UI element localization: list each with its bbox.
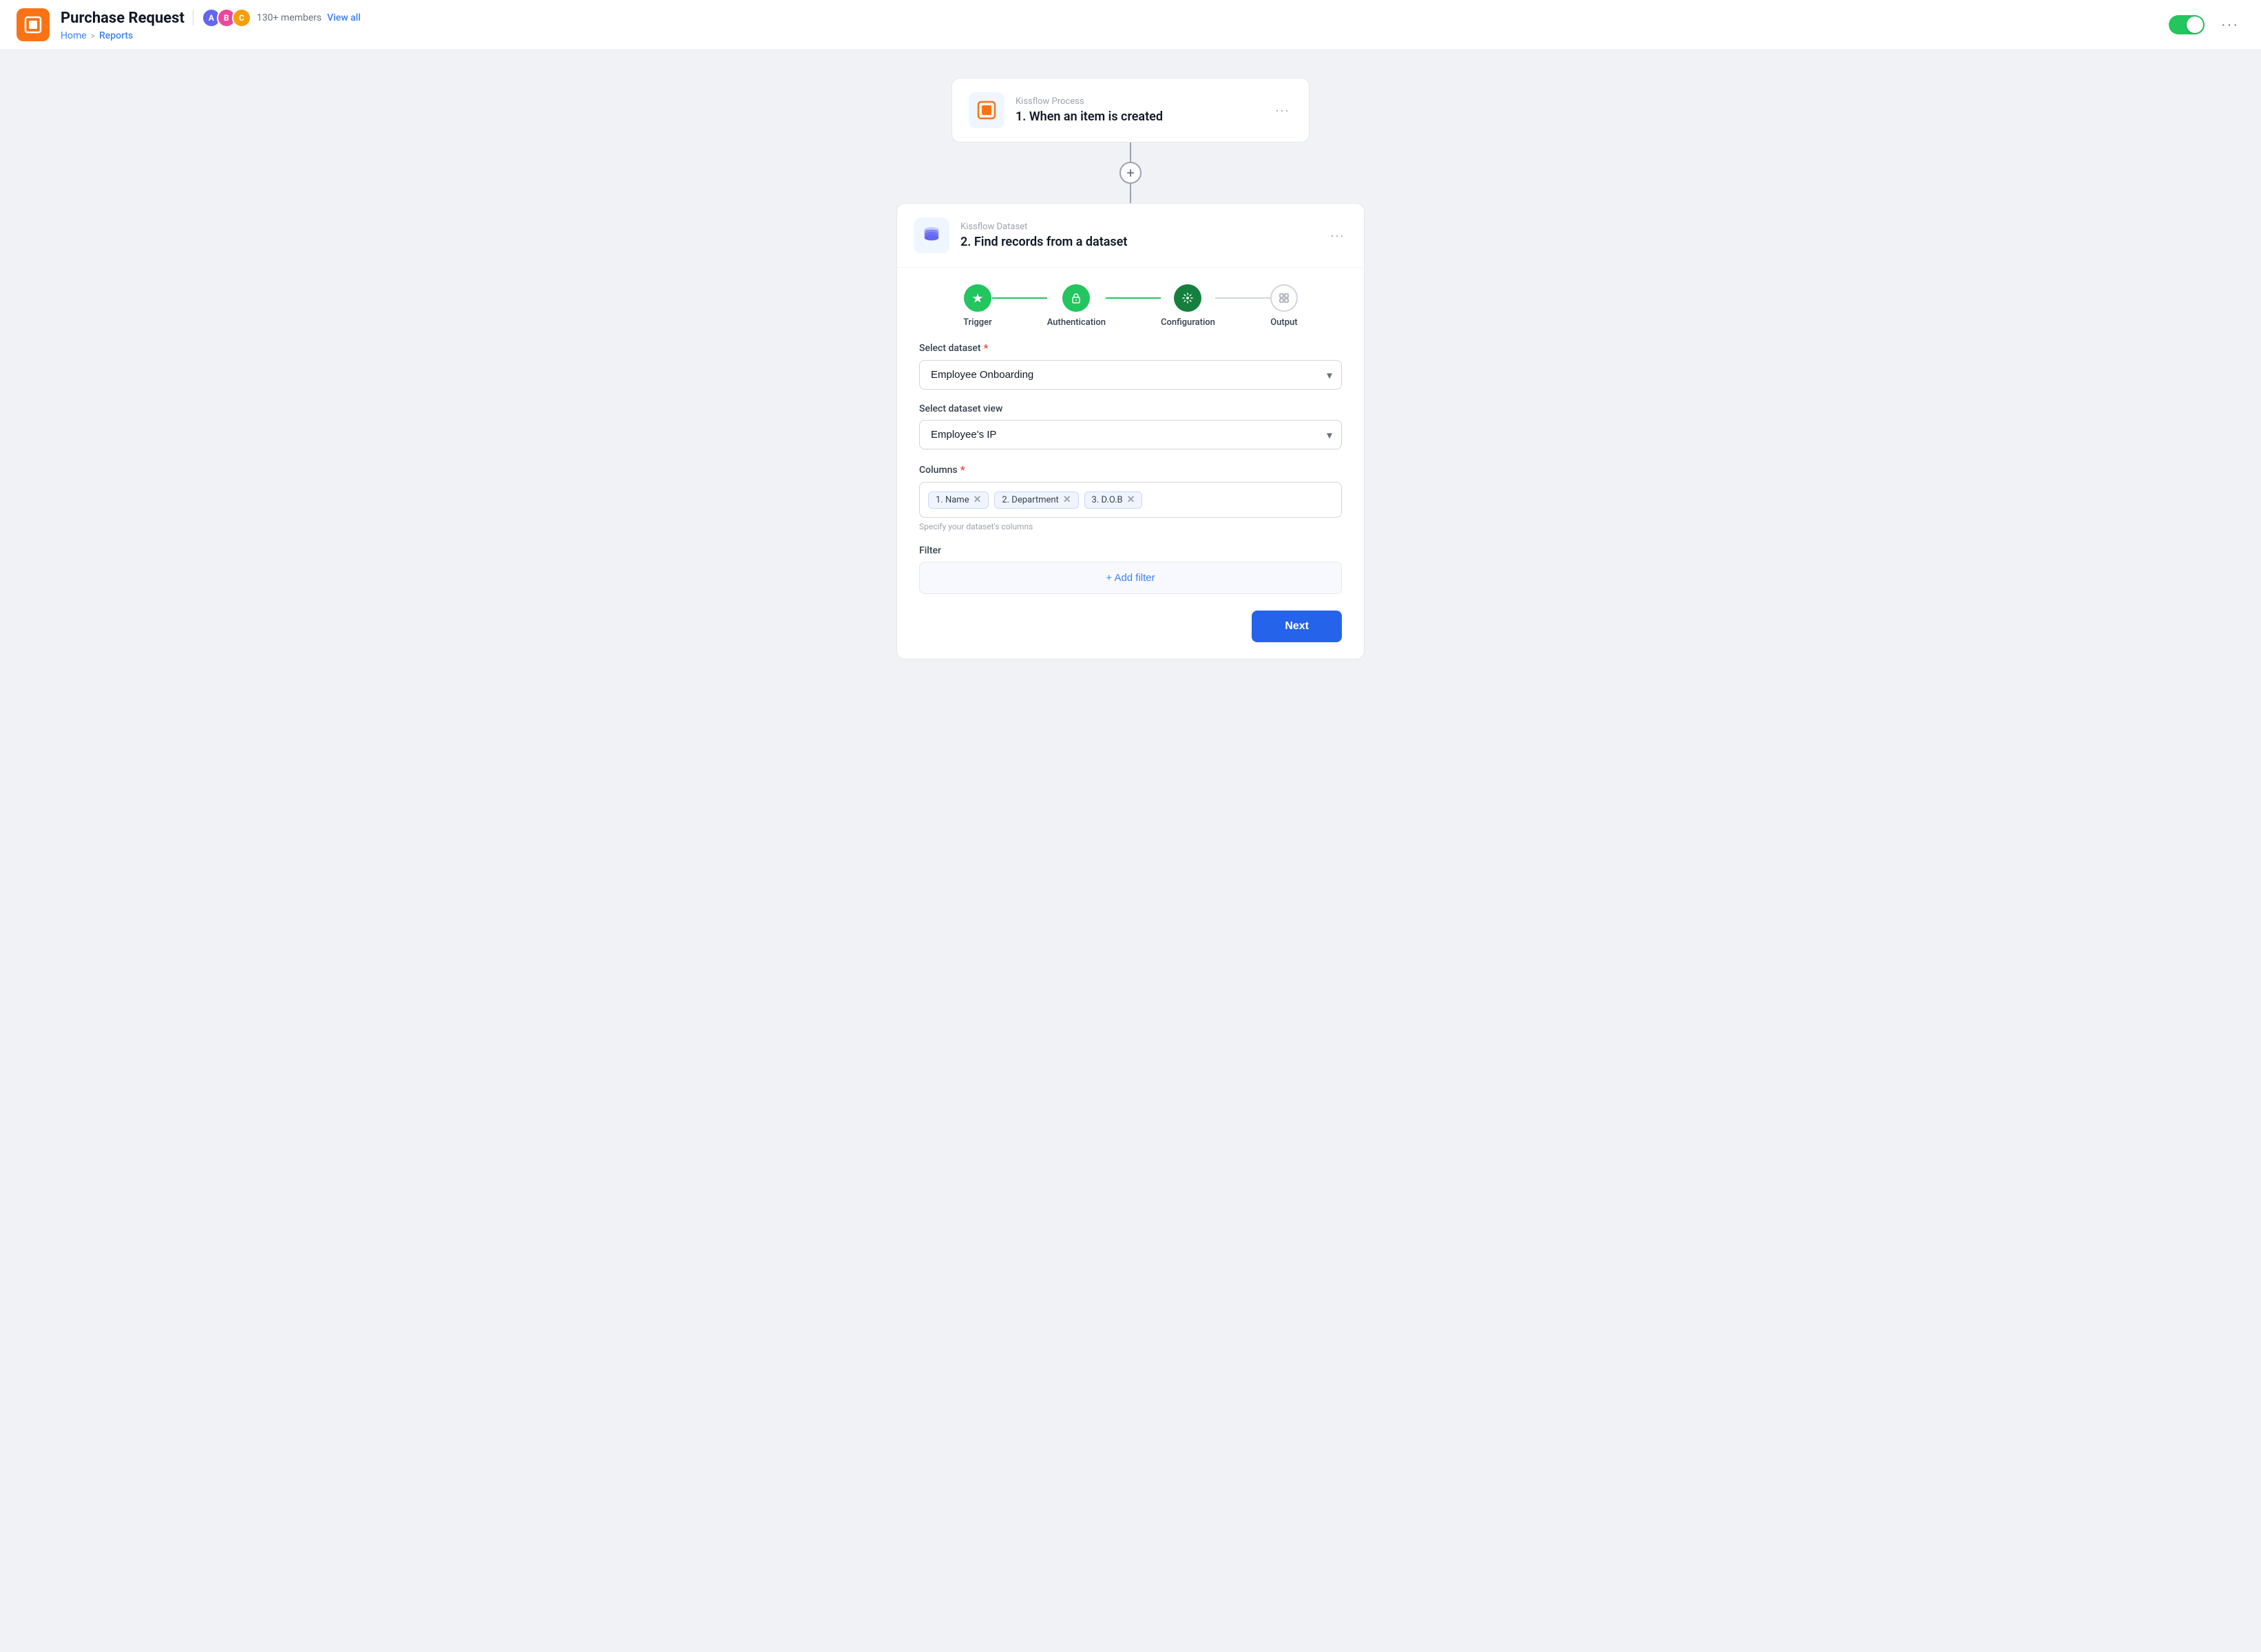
filter-label: Filter bbox=[919, 545, 1342, 556]
connector-line-top bbox=[1130, 142, 1131, 162]
view-select-wrapper[interactable]: Employee's IP ▾ bbox=[919, 420, 1342, 449]
breadcrumb-home[interactable]: Home bbox=[61, 30, 87, 41]
dataset-text: Kissflow Dataset 2. Find records from a … bbox=[960, 222, 1316, 249]
step-config-circle bbox=[1174, 284, 1201, 312]
next-button[interactable]: Next bbox=[1252, 611, 1342, 642]
steps-area: Trigger Authentication bbox=[897, 268, 1364, 341]
columns-field-group: Columns * 1. Name ✕ 2. Department ✕ 3. D… bbox=[919, 463, 1342, 531]
step-connector-2 bbox=[1106, 297, 1161, 299]
header: Purchase Request A B C 130+ members View… bbox=[0, 0, 2261, 50]
step-connector-1 bbox=[992, 297, 1047, 299]
dataset-card: Kissflow Dataset 2. Find records from a … bbox=[896, 203, 1365, 659]
trigger-title: 1. When an item is created bbox=[1016, 109, 1261, 124]
breadcrumb: Home > Reports bbox=[61, 30, 361, 41]
header-right: ··· bbox=[2169, 14, 2244, 36]
step-trigger: Trigger bbox=[963, 284, 992, 328]
view-field-group: Select dataset view Employee's IP ▾ bbox=[919, 403, 1342, 449]
add-step-button[interactable]: + bbox=[1119, 162, 1142, 184]
avatars: A B C bbox=[202, 8, 251, 28]
dataset-field-group: Select dataset * Employee Onboarding ▾ bbox=[919, 341, 1342, 390]
step-connector-3 bbox=[1215, 297, 1270, 299]
step-trigger-label: Trigger bbox=[963, 317, 992, 328]
connector-line-bottom bbox=[1130, 184, 1131, 203]
remove-department-tag[interactable]: ✕ bbox=[1063, 495, 1071, 505]
toggle-knob bbox=[2187, 17, 2203, 33]
trigger-text: Kissflow Process 1. When an item is crea… bbox=[1016, 96, 1261, 124]
dataset-select-wrapper[interactable]: Employee Onboarding ▾ bbox=[919, 360, 1342, 390]
columns-required-indicator: * bbox=[960, 463, 965, 476]
remove-name-tag[interactable]: ✕ bbox=[974, 495, 982, 505]
view-all-link[interactable]: View all bbox=[327, 12, 361, 23]
columns-field-label: Columns * bbox=[919, 463, 1342, 476]
main-content: Kissflow Process 1. When an item is crea… bbox=[0, 50, 2261, 1652]
dataset-select[interactable]: Employee Onboarding bbox=[919, 360, 1342, 390]
members-count: 130+ members bbox=[257, 12, 322, 23]
columns-hint: Specify your dataset's columns bbox=[919, 522, 1342, 531]
step-output: Output bbox=[1270, 284, 1298, 328]
step-trigger-circle bbox=[964, 284, 991, 312]
dataset-field-label: Select dataset * bbox=[919, 341, 1342, 354]
step-authentication: Authentication bbox=[1047, 284, 1106, 328]
toggle-switch[interactable] bbox=[2169, 15, 2205, 34]
trigger-card: Kissflow Process 1. When an item is crea… bbox=[951, 78, 1310, 142]
column-tag-dob: 3. D.O.B ✕ bbox=[1084, 491, 1143, 509]
filter-area: Filter + Add filter bbox=[919, 545, 1342, 594]
step-auth-circle bbox=[1062, 284, 1090, 312]
app-title: Purchase Request bbox=[61, 10, 185, 27]
view-select[interactable]: Employee's IP bbox=[919, 420, 1342, 449]
dataset-title: 2. Find records from a dataset bbox=[960, 235, 1316, 249]
dataset-menu-button[interactable]: ··· bbox=[1327, 226, 1347, 246]
dataset-icon-box bbox=[914, 218, 949, 253]
trigger-menu-button[interactable]: ··· bbox=[1272, 100, 1292, 120]
app-icon bbox=[17, 8, 50, 41]
step-auth-label: Authentication bbox=[1047, 317, 1106, 328]
header-title-area: Purchase Request A B C 130+ members View… bbox=[61, 8, 361, 41]
actions-row: Next bbox=[919, 611, 1342, 642]
step-output-label: Output bbox=[1270, 317, 1297, 328]
connector: + bbox=[1119, 142, 1142, 203]
trigger-subtitle: Kissflow Process bbox=[1016, 96, 1261, 107]
add-filter-button[interactable]: + Add filter bbox=[919, 562, 1342, 594]
columns-input[interactable]: 1. Name ✕ 2. Department ✕ 3. D.O.B ✕ bbox=[919, 482, 1342, 518]
column-tag-name: 1. Name ✕ bbox=[928, 491, 989, 509]
dataset-card-header: Kissflow Dataset 2. Find records from a … bbox=[897, 204, 1364, 268]
more-menu-button[interactable]: ··· bbox=[2216, 14, 2244, 36]
view-field-label: Select dataset view bbox=[919, 403, 1342, 414]
avatar-3: C bbox=[232, 8, 251, 28]
step-output-circle bbox=[1270, 284, 1298, 312]
step-configuration: Configuration bbox=[1161, 284, 1215, 328]
members-area: A B C 130+ members View all bbox=[202, 8, 361, 28]
breadcrumb-separator: > bbox=[91, 31, 95, 41]
remove-dob-tag[interactable]: ✕ bbox=[1127, 495, 1135, 505]
column-tag-department: 2. Department ✕ bbox=[994, 491, 1078, 509]
dataset-subtitle: Kissflow Dataset bbox=[960, 222, 1316, 232]
dataset-required-indicator: * bbox=[984, 341, 989, 354]
step-config-label: Configuration bbox=[1161, 317, 1215, 328]
trigger-icon-box bbox=[969, 92, 1005, 128]
breadcrumb-current: Reports bbox=[99, 30, 133, 41]
form-content: Select dataset * Employee Onboarding ▾ S… bbox=[897, 341, 1364, 659]
